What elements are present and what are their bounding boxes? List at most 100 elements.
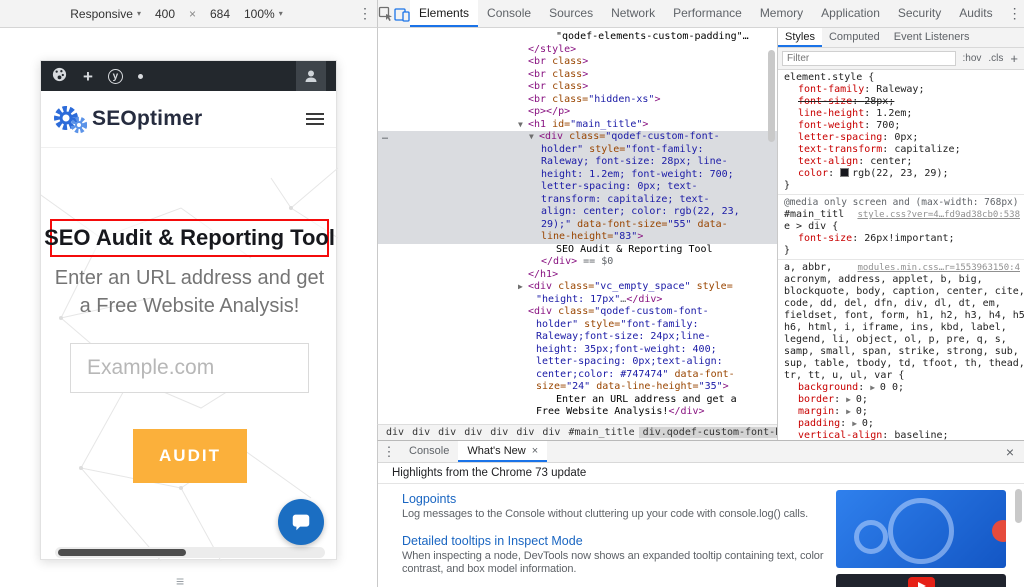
- sidebar-tab-computed[interactable]: Computed: [822, 28, 887, 47]
- dom-node-line[interactable]: height: 1.2em; font-weight: 700;: [378, 169, 777, 182]
- breadcrumb-item[interactable]: div: [408, 427, 434, 438]
- toggle-device-toolbar-icon[interactable]: [394, 0, 410, 27]
- css-declaration[interactable]: text-align: center;: [784, 156, 1020, 168]
- tab-security[interactable]: Security: [889, 0, 950, 27]
- css-declaration[interactable]: line-height: 1.2em;: [784, 108, 1020, 120]
- style-rule[interactable]: element.style {font-family: Raleway;font…: [778, 70, 1024, 195]
- style-rule[interactable]: modules.min.css…r=1553963150:4a, abbr,ac…: [778, 260, 1024, 440]
- dom-node-line[interactable]: Raleway; font-size: 28px; line-: [378, 156, 777, 169]
- expand-shorthand-icon[interactable]: ▶: [870, 383, 880, 392]
- tab-memory[interactable]: Memory: [751, 0, 812, 27]
- devtools-menu-icon[interactable]: ⋮: [1002, 0, 1024, 27]
- breadcrumb-item[interactable]: div: [538, 427, 564, 438]
- dom-node-line[interactable]: holder" style="font-family:: [378, 319, 777, 332]
- dom-node-line[interactable]: 29);" data-font-size="55" data-: [378, 219, 777, 232]
- breadcrumb-item[interactable]: div: [512, 427, 538, 438]
- drawer-close-icon[interactable]: ×: [996, 441, 1024, 462]
- css-declaration[interactable]: text-transform: capitalize;: [784, 144, 1020, 156]
- dom-node-line[interactable]: </h1>: [378, 269, 777, 282]
- dom-node-line[interactable]: …▼<div class="qodef-custom-font-: [378, 131, 777, 144]
- breadcrumb-item[interactable]: div: [382, 427, 408, 438]
- dom-node-line[interactable]: Enter an URL address and get a: [378, 394, 777, 407]
- breadcrumb-item[interactable]: div: [434, 427, 460, 438]
- viewport-width-input[interactable]: 400: [153, 7, 177, 21]
- dom-node-line[interactable]: SEO Audit & Reporting Tool: [378, 244, 777, 257]
- device-type-dropdown[interactable]: Responsive ▾: [70, 7, 141, 21]
- element-classes-button[interactable]: .cls: [988, 53, 1003, 64]
- css-declaration[interactable]: font-size: 28px;: [784, 96, 1020, 108]
- dom-node-line[interactable]: Free Website Analysis!</div>: [378, 406, 777, 419]
- whatsnew-thumbnail[interactable]: [836, 490, 1006, 568]
- inspect-element-icon[interactable]: [378, 0, 394, 27]
- breadcrumb-item[interactable]: div: [460, 427, 486, 438]
- close-icon[interactable]: ×: [532, 445, 538, 457]
- dom-node-line[interactable]: </style>: [378, 44, 777, 57]
- css-declaration[interactable]: font-family: Raleway;: [784, 84, 1020, 96]
- dom-node-line[interactable]: holder" style="font-family:: [378, 144, 777, 157]
- styles-filter-input[interactable]: [782, 51, 956, 66]
- new-style-rule-button[interactable]: +: [1010, 51, 1020, 66]
- css-declaration[interactable]: padding: ▶ 0;: [784, 418, 1020, 430]
- dom-node-line[interactable]: <br class>: [378, 56, 777, 69]
- dom-node-line[interactable]: ▼<h1 id="main_title">: [378, 119, 777, 132]
- whatsnew-video-thumbnail[interactable]: [836, 574, 1006, 587]
- plus-icon[interactable]: +: [83, 68, 93, 85]
- sidebar-tab-styles[interactable]: Styles: [778, 28, 822, 47]
- tab-sources[interactable]: Sources: [540, 0, 602, 27]
- stylesheet-link[interactable]: modules.min.css…r=1553963150:4: [857, 262, 1020, 274]
- url-input[interactable]: [70, 343, 309, 393]
- dom-node-line[interactable]: align: center; color: rgb(22, 23,: [378, 206, 777, 219]
- drawer-scrollbar-thumb[interactable]: [1015, 489, 1022, 523]
- dom-node-line[interactable]: center;color: #747474" data-font-: [378, 369, 777, 382]
- hamburger-menu-icon[interactable]: [306, 110, 324, 128]
- tab-elements[interactable]: Elements: [410, 0, 478, 27]
- chat-widget-button[interactable]: [278, 499, 324, 545]
- breadcrumb-item[interactable]: div.qodef-custom-font-holder: [639, 427, 777, 438]
- toggle-element-state-button[interactable]: :hov: [963, 53, 982, 64]
- stylesheet-link[interactable]: style.css?ver=4…fd9ad38cb0:538: [857, 209, 1020, 221]
- zoom-dropdown[interactable]: 100% ▾: [244, 7, 283, 21]
- dom-node-line[interactable]: <br class>: [378, 81, 777, 94]
- dom-node-line[interactable]: size="24" data-line-height="35">: [378, 381, 777, 394]
- dom-node-line[interactable]: <div class="qodef-custom-font-: [378, 306, 777, 319]
- dom-node-line[interactable]: <br class="hidden-xs">: [378, 94, 777, 107]
- style-rule[interactable]: @media only screen and (max-width: 768px…: [778, 195, 1024, 260]
- dom-node-line[interactable]: letter-spacing: 0px;text-align:: [378, 356, 777, 369]
- dom-node-line[interactable]: height: 35px;font-weight: 400;: [378, 344, 777, 357]
- scrollbar-thumb[interactable]: [58, 549, 186, 556]
- whatsnew-item-title[interactable]: Detailed tooltips in Inspect Mode: [402, 534, 837, 548]
- css-declaration[interactable]: letter-spacing: 0px;: [784, 132, 1020, 144]
- tab-network[interactable]: Network: [602, 0, 664, 27]
- dom-node-line[interactable]: <p></p>: [378, 106, 777, 119]
- css-declaration[interactable]: background: ▶ 0 0;: [784, 382, 1020, 394]
- css-declaration[interactable]: font-size: 26px!important;: [784, 233, 1020, 245]
- tab-application[interactable]: Application: [812, 0, 889, 27]
- play-button-icon[interactable]: [908, 577, 935, 587]
- drawer-tab-console[interactable]: Console: [400, 441, 458, 462]
- breadcrumb-item[interactable]: div: [486, 427, 512, 438]
- dom-node-line[interactable]: <br class>: [378, 69, 777, 82]
- palette-icon[interactable]: [51, 66, 68, 86]
- dom-node-line[interactable]: line-height="83">: [378, 231, 777, 244]
- dom-node-line[interactable]: letter-spacing: 0px; text-: [378, 181, 777, 194]
- tab-console[interactable]: Console: [478, 0, 540, 27]
- seoptimer-logo[interactable]: SEOptimer: [53, 104, 202, 134]
- breadcrumb-item[interactable]: #main_title: [564, 427, 638, 438]
- dom-node-line[interactable]: "qodef-elements-custom-padding"…: [378, 31, 777, 44]
- drawer-menu-icon[interactable]: ⋮: [378, 441, 400, 462]
- dom-scrollbar-thumb[interactable]: [768, 50, 775, 142]
- dom-node-line[interactable]: Raleway;font-size: 24px;line-: [378, 331, 777, 344]
- tab-audits[interactable]: Audits: [950, 0, 1001, 27]
- user-icon[interactable]: [296, 61, 326, 91]
- expand-shorthand-icon[interactable]: ▶: [846, 407, 856, 416]
- color-swatch[interactable]: [840, 168, 849, 177]
- audit-button[interactable]: AUDIT: [133, 429, 247, 483]
- viewport-height-input[interactable]: 684: [208, 7, 232, 21]
- whatsnew-item-title[interactable]: Logpoints: [402, 492, 837, 506]
- css-declaration[interactable]: font-weight: 700;: [784, 120, 1020, 132]
- expand-shorthand-icon[interactable]: ▶: [846, 395, 856, 404]
- css-declaration[interactable]: vertical-align: baseline;: [784, 430, 1020, 440]
- css-declaration[interactable]: margin: ▶ 0;: [784, 406, 1020, 418]
- dom-node-line[interactable]: ▶<div class="vc_empty_space" style=: [378, 281, 777, 294]
- yoast-icon[interactable]: y: [108, 69, 123, 84]
